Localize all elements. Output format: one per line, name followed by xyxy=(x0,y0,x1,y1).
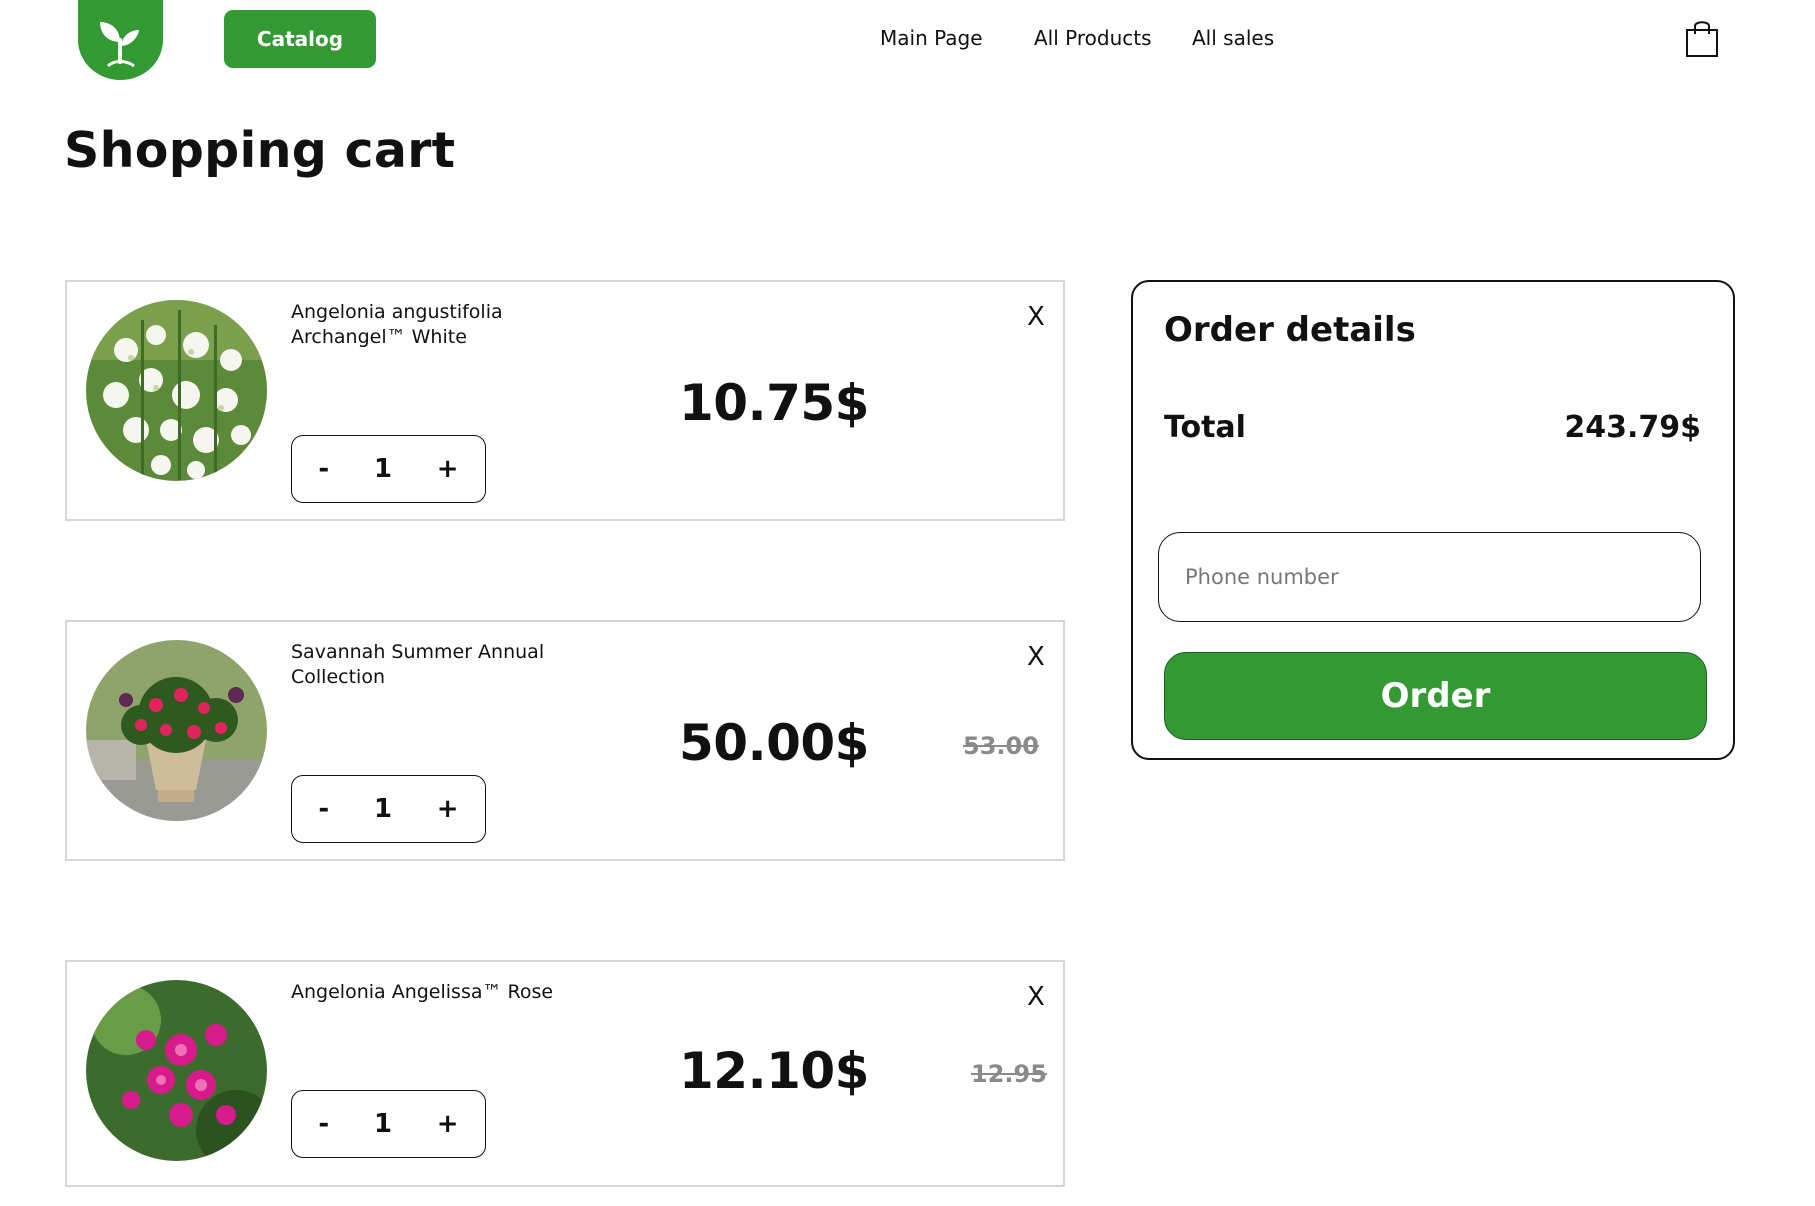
sprout-icon xyxy=(100,22,139,68)
close-icon[interactable]: X xyxy=(1027,642,1045,672)
total-label: Total xyxy=(1164,410,1246,445)
quantity-stepper: - 1 + xyxy=(291,435,486,503)
quantity-value: 1 xyxy=(373,794,393,824)
total-value: 243.79$ xyxy=(1564,410,1701,445)
cart-item: Angelonia angustifolia Archangel™ White … xyxy=(65,280,1065,521)
increase-button[interactable]: + xyxy=(429,1109,467,1139)
product-name[interactable]: Savannah Summer Annual Collection xyxy=(291,640,591,690)
shopping-bag-icon[interactable] xyxy=(1684,18,1720,58)
product-price: 10.75$ xyxy=(679,374,869,432)
old-price: 53.00 xyxy=(963,732,1039,760)
order-button[interactable]: Order xyxy=(1164,652,1707,740)
increase-button[interactable]: + xyxy=(429,794,467,824)
product-name[interactable]: Angelonia Angelissa™ Rose xyxy=(291,980,591,1005)
old-price: 12.95 xyxy=(971,1060,1047,1088)
product-price: 50.00$ xyxy=(679,714,869,772)
cart-item: Savannah Summer Annual Collection X - 1 … xyxy=(65,620,1065,861)
quantity-stepper: - 1 + xyxy=(291,775,486,843)
increase-button[interactable]: + xyxy=(429,454,467,484)
catalog-button[interactable]: Catalog xyxy=(224,10,376,68)
product-image[interactable] xyxy=(86,980,267,1161)
cart-item: Angelonia Angelissa™ Rose X - 1 + 12.10$… xyxy=(65,960,1065,1187)
page-title: Shopping cart xyxy=(64,122,456,179)
quantity-value: 1 xyxy=(373,454,393,484)
product-image[interactable] xyxy=(86,300,267,481)
close-icon[interactable]: X xyxy=(1027,982,1045,1012)
nav-all-products[interactable]: All Products xyxy=(1034,26,1152,50)
order-details-title: Order details xyxy=(1164,310,1416,350)
logo[interactable] xyxy=(78,0,163,80)
decrease-button[interactable]: - xyxy=(310,454,337,484)
quantity-stepper: - 1 + xyxy=(291,1090,486,1158)
product-price: 12.10$ xyxy=(679,1042,869,1100)
phone-number-input[interactable] xyxy=(1158,532,1701,622)
product-image[interactable] xyxy=(86,640,267,821)
product-name[interactable]: Angelonia angustifolia Archangel™ White xyxy=(291,300,591,350)
close-icon[interactable]: X xyxy=(1027,302,1045,332)
decrease-button[interactable]: - xyxy=(310,794,337,824)
order-details-card: Order details Total 243.79$ Order xyxy=(1131,280,1735,760)
nav-main-page[interactable]: Main Page xyxy=(880,26,983,50)
nav-all-sales[interactable]: All sales xyxy=(1192,26,1274,50)
decrease-button[interactable]: - xyxy=(310,1109,337,1139)
quantity-value: 1 xyxy=(373,1109,393,1139)
